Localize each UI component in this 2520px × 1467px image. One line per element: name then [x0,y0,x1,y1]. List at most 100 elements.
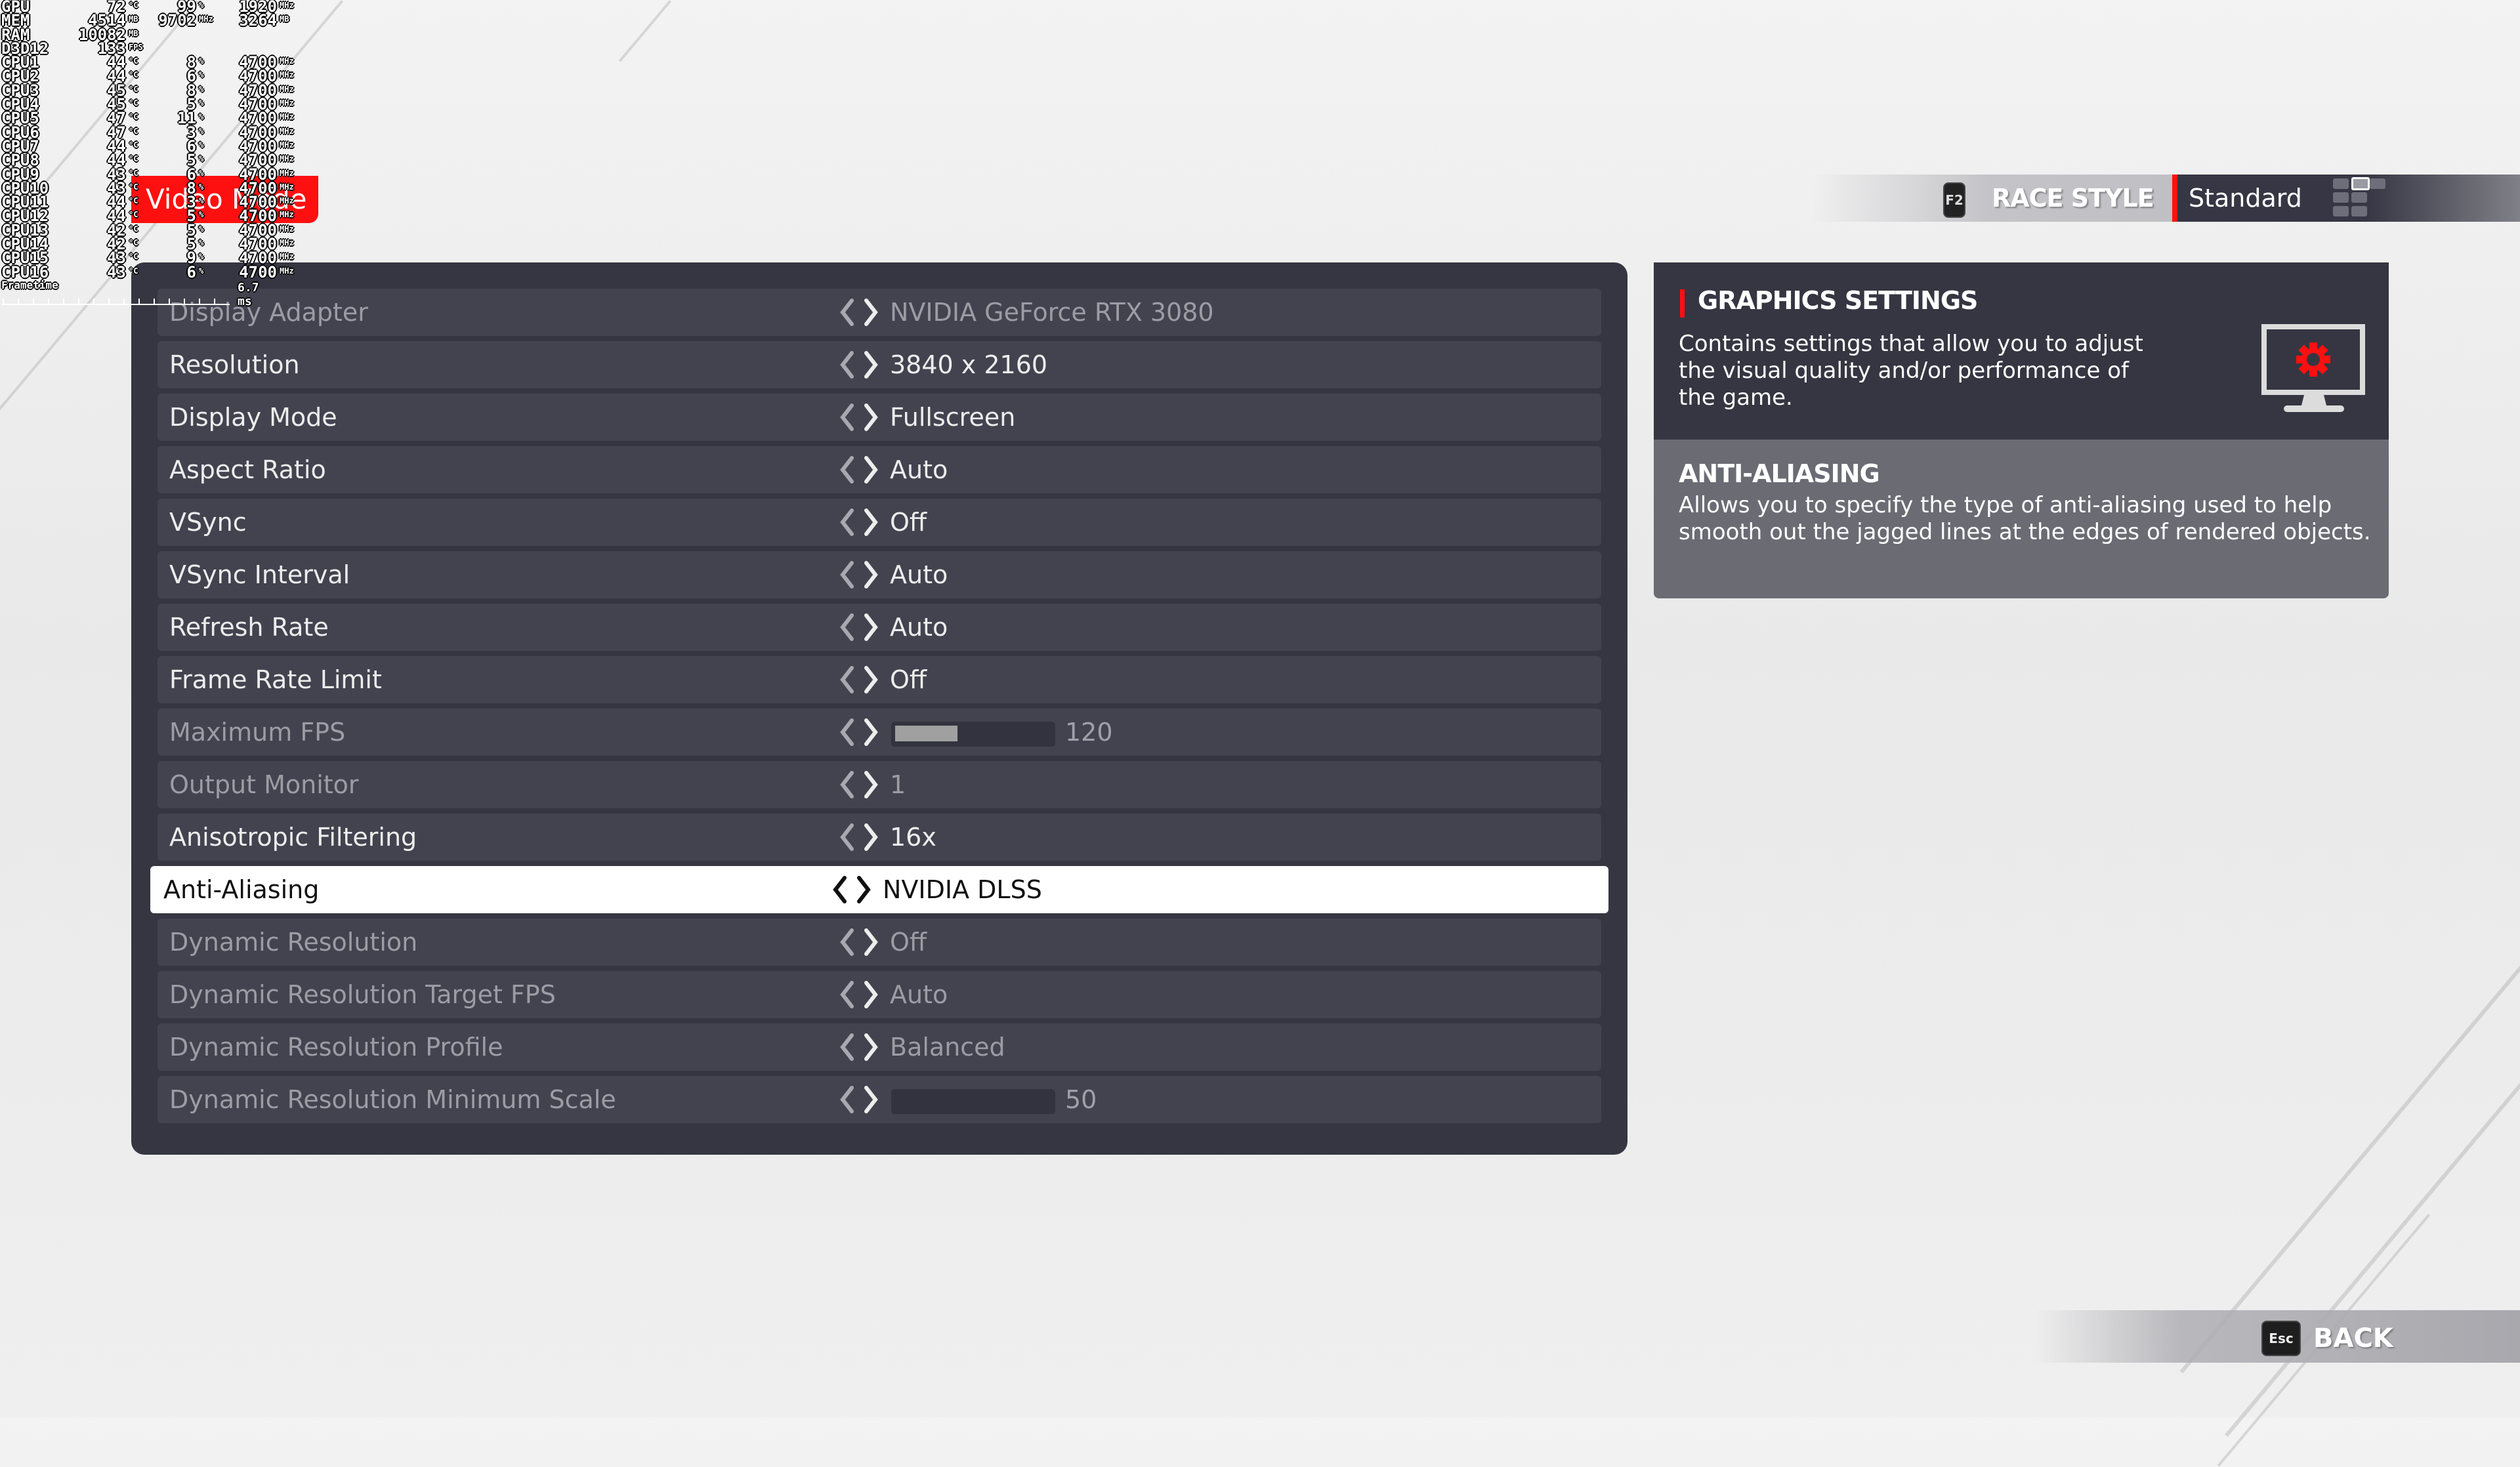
value-arrows-icon[interactable] [839,455,881,484]
setting-row-vsync[interactable]: VSync Off [158,499,1601,546]
setting-value: NVIDIA GeForce RTX 3080 [890,298,1214,327]
arrow-left-icon [840,718,854,746]
setting-row-maximum-fps[interactable]: Maximum FPS 120 [158,709,1601,756]
setting-label: Dynamic Resolution Profile [169,1033,503,1062]
setting-row-refresh-rate[interactable]: Refresh Rate Auto [158,604,1601,651]
race-style-grid-icon [2333,177,2388,218]
value-arrows-icon[interactable] [839,508,881,537]
graph-tick [3,299,4,304]
value-arrows-icon[interactable] [839,298,881,327]
setting-row-dynamic-resolution-minimum-scale[interactable]: Dynamic Resolution Minimum Scale 50 [158,1076,1601,1123]
osd-unit: MHz [280,238,294,248]
arrow-right-icon [864,351,878,379]
arrow-right-icon [864,508,878,536]
setting-row-frame-rate-limit[interactable]: Frame Rate Limit Off [158,656,1601,703]
arrow-right-icon [857,876,871,903]
osd-unit: MHz [280,84,294,94]
osd-unit [277,42,297,56]
value-arrows-icon[interactable] [839,980,881,1009]
setting-row-output-monitor[interactable]: Output Monitor 1 [158,761,1601,808]
arrow-left-icon [840,351,854,379]
value-arrows-icon[interactable] [839,770,881,799]
arrow-left-icon [840,403,854,431]
graph-tick [108,299,110,304]
back-label[interactable]: BACK [2313,1315,2393,1362]
osd-unit: MHz [280,56,294,66]
arrow-left-icon [840,299,854,326]
setting-row-aspect-ratio[interactable]: Aspect Ratio Auto [158,446,1601,493]
setting-row-display-adapter[interactable]: Display Adapter NVIDIA GeForce RTX 3080 [158,289,1601,336]
setting-row-dynamic-resolution-target-fps[interactable]: Dynamic Resolution Target FPS Auto [158,971,1601,1018]
osd-unit: MHz [280,224,294,234]
value-arrows-icon[interactable] [839,350,881,379]
osd-unit: MHz [280,112,294,122]
slider-fill [895,726,957,741]
info-description: Contains settings that allow you to adju… [1679,331,2143,411]
graph-tick [184,299,185,304]
setting-row-display-mode[interactable]: Display Mode Fullscreen [158,394,1601,441]
frametime-label: Frametime [1,279,58,291]
esc-key-icon[interactable]: Esc [2261,1321,2301,1356]
setting-value: 3840 x 2160 [890,350,1048,379]
value-arrows-icon[interactable] [831,875,873,904]
graph-tick [18,299,19,304]
value-arrows-icon[interactable] [839,613,881,642]
osd-unit: MHz [280,252,294,262]
setting-label: Dynamic Resolution [169,928,418,957]
setting-label: Dynamic Resolution Target FPS [169,980,556,1009]
value-arrows-icon[interactable] [839,403,881,432]
graph-tick [154,299,155,304]
value-arrows-icon[interactable] [839,1033,881,1062]
value-arrows-icon[interactable] [839,560,881,589]
setting-label: Anti-Aliasing [163,875,320,904]
setting-value: 1 [890,770,906,799]
value-arrows-icon[interactable] [839,718,881,747]
setting-value: Off [890,665,927,694]
arrow-right-icon [864,299,878,326]
value-arrows-icon[interactable] [839,1085,881,1114]
setting-row-anisotropic-filtering[interactable]: Anisotropic Filtering 16x [158,814,1601,861]
setting-row-dynamic-resolution[interactable]: Dynamic Resolution Off [158,919,1601,966]
setting-label: Output Monitor [169,770,359,799]
osd-unit: MHz [280,70,294,80]
setting-row-resolution[interactable]: Resolution 3840 x 2160 [158,341,1601,388]
graph-tick [33,299,34,304]
arrow-right-icon [864,718,878,746]
arrow-left-icon [840,823,854,851]
arrow-left-icon [833,876,847,903]
graph-tick [63,299,64,304]
setting-value: Auto [890,613,948,642]
arrow-right-icon [864,1033,878,1061]
setting-value: Auto [890,560,948,589]
value-arrows-icon[interactable] [839,665,881,694]
osd-unit: MHz [280,182,294,192]
arrow-right-icon [864,823,878,851]
setting-label: Display Mode [169,403,337,432]
arrow-left-icon [840,981,854,1008]
accent-bar [1680,289,1685,318]
value-slider[interactable] [891,722,1055,747]
graph-tick [199,299,200,304]
arrow-left-icon [840,456,854,484]
osd-frametime: Frametime 6.7 ms [0,0,276,315]
f2-key-icon[interactable]: F2 [1943,182,1965,218]
graph-tick [78,299,79,304]
arrow-left-icon [840,561,854,589]
graph-tick [169,299,170,304]
setting-label: Dynamic Resolution Minimum Scale [169,1085,616,1114]
arrow-right-icon [864,666,878,693]
osd-unit: MHz [280,168,294,178]
arrow-right-icon [864,613,878,641]
setting-row-dynamic-resolution-profile[interactable]: Dynamic Resolution Profile Balanced [158,1023,1601,1071]
osd-unit: MHz [280,1,294,10]
osd-unit: MHz [280,196,294,206]
osd-unit: MHz [280,154,294,164]
arrow-right-icon [864,771,878,798]
value-slider[interactable] [891,1089,1055,1114]
setting-row-anti-aliasing[interactable]: Anti-Aliasing NVIDIA DLSS [150,866,1608,913]
value-arrows-icon[interactable] [839,928,881,957]
setting-row-vsync-interval[interactable]: VSync Interval Auto [158,551,1601,598]
graph-tick [138,299,140,304]
osd-unit: MHz [280,210,294,220]
value-arrows-icon[interactable] [839,823,881,852]
